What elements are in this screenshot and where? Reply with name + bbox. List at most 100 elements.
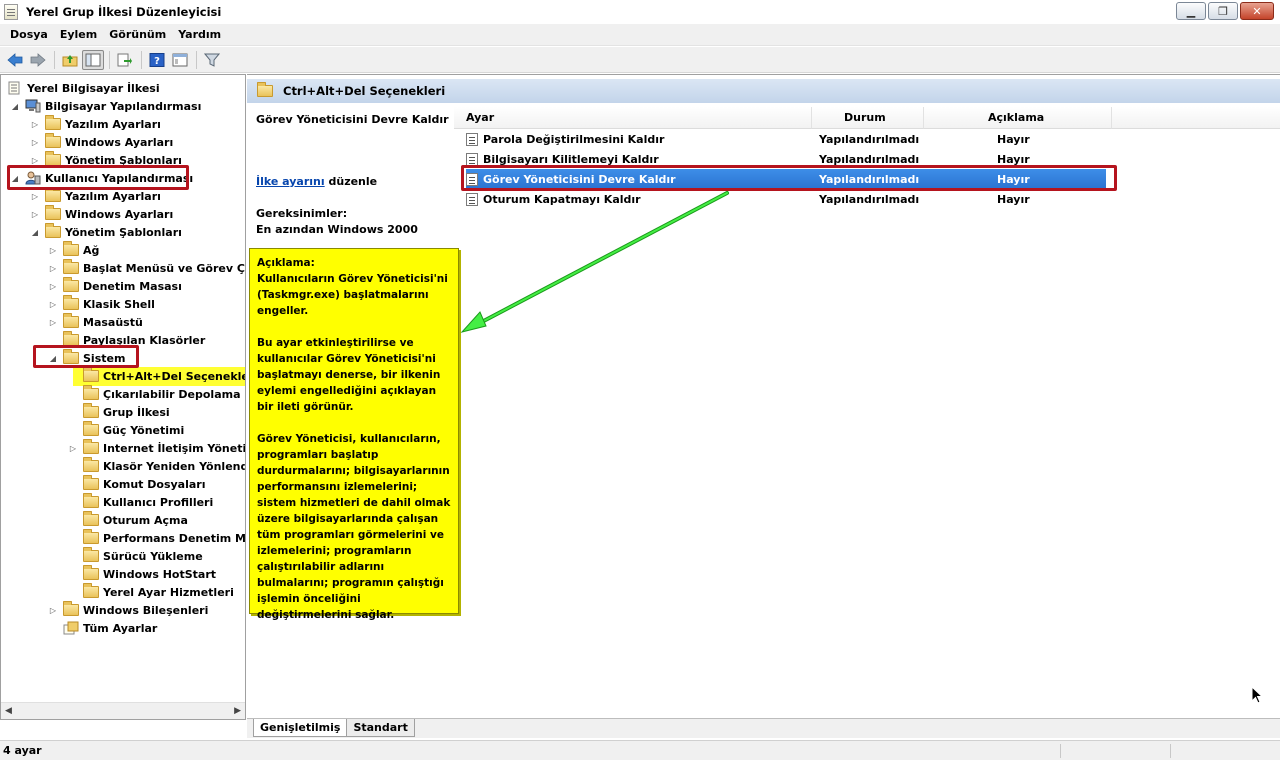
- description-note: Açıklama: Kullanıcıların Görev Yöneticis…: [249, 248, 459, 621]
- console-tree: Yerel Bilgisayar İlkesi ◢ Bilgisayar Yap…: [0, 74, 246, 720]
- maximize-button[interactable]: ❐: [1208, 2, 1238, 20]
- collapsed-triangle-icon[interactable]: ▷: [47, 300, 59, 309]
- tree-node-ctrl-alt-del[interactable]: Ctrl+Alt+Del Seçenekleri: [83, 367, 246, 385]
- tree-node-driver-install[interactable]: Sürücü Yükleme: [83, 547, 203, 565]
- tree-node-locale-services[interactable]: Yerel Ayar Hizmetleri: [83, 583, 234, 601]
- details-header-title: Ctrl+Alt+Del Seçenekleri: [283, 84, 446, 98]
- tree-node-internet-comm[interactable]: ▷ Internet İletişim Yöneti: [67, 439, 245, 457]
- cell-comment: Hayır: [997, 192, 1030, 206]
- mouse-cursor-icon: [1251, 686, 1263, 704]
- collapsed-triangle-icon[interactable]: ▷: [29, 192, 41, 201]
- folder-icon: [63, 313, 79, 328]
- folder-icon: [63, 241, 79, 256]
- tree-label: Ctrl+Alt+Del Seçenekleri: [103, 369, 246, 383]
- expanded-triangle-icon[interactable]: ◢: [29, 228, 41, 237]
- tree-node-windows-hotstart[interactable]: Windows HotStart: [83, 565, 216, 583]
- folder-icon: [83, 421, 99, 436]
- collapsed-triangle-icon[interactable]: ▷: [47, 246, 59, 255]
- restore-icon: ❐: [1218, 4, 1228, 18]
- tab-extended[interactable]: Genişletilmiş: [253, 719, 348, 737]
- tree-node-comp-software[interactable]: ▷ Yazılım Ayarları: [29, 115, 161, 133]
- folder-icon: [63, 295, 79, 310]
- scroll-right-icon[interactable]: ▶: [234, 706, 241, 716]
- close-button[interactable]: ✕: [1240, 2, 1274, 20]
- tree-node-network[interactable]: ▷ Ağ: [47, 241, 99, 259]
- tree-node-start-menu[interactable]: ▷ Başlat Menüsü ve Görev Çul: [47, 259, 245, 277]
- edit-policy-suffix: düzenle: [324, 175, 378, 188]
- forward-button[interactable]: [27, 50, 49, 70]
- tree-node-power-management[interactable]: Güç Yönetimi: [83, 421, 184, 439]
- collapsed-triangle-icon[interactable]: ▷: [29, 120, 41, 129]
- collapsed-triangle-icon[interactable]: ▷: [29, 210, 41, 219]
- edit-policy-line: İlke ayarını düzenle: [256, 175, 377, 188]
- folder-icon: [257, 82, 273, 97]
- tree-node-windows-components[interactable]: ▷ Windows Bileşenleri: [47, 601, 208, 619]
- show-hide-tree-button[interactable]: [82, 49, 104, 70]
- properties-button[interactable]: [169, 50, 191, 70]
- menu-yardim[interactable]: Yardım: [172, 28, 227, 41]
- window-title: Yerel Grup İlkesi Düzenleyicisi: [26, 5, 222, 19]
- toolbar: ?: [0, 47, 1280, 73]
- up-one-level-button[interactable]: [59, 50, 81, 70]
- tree-node-scripts[interactable]: Komut Dosyaları: [83, 475, 206, 493]
- tree-label: Kullanıcı Profilleri: [103, 495, 214, 509]
- tree-node-classic-shell[interactable]: ▷ Klasik Shell: [47, 295, 155, 313]
- tree-node-user-profiles[interactable]: Kullanıcı Profilleri: [83, 493, 213, 511]
- tree-node-user-admin[interactable]: ◢ Yönetim Şablonları: [29, 223, 182, 241]
- folder-icon: [83, 547, 99, 562]
- collapsed-triangle-icon[interactable]: ▷: [29, 156, 41, 165]
- console-tree-icon: [85, 53, 101, 66]
- column-header-setting[interactable]: Ayar: [454, 107, 812, 129]
- tree-node-removable-storage[interactable]: Çıkarılabilir Depolama Bi: [83, 385, 245, 403]
- tree-node-user-windows[interactable]: ▷ Windows Ayarları: [29, 205, 173, 223]
- tree-node-group-policy[interactable]: Grup İlkesi: [83, 403, 170, 421]
- menu-gorunum[interactable]: Görünüm: [103, 28, 172, 41]
- all-settings-icon: [63, 621, 79, 635]
- filter-button[interactable]: [201, 50, 223, 70]
- scroll-left-icon[interactable]: ◀: [5, 706, 12, 716]
- tree-node-folder-redirection[interactable]: Klasör Yeniden Yönlendir: [83, 457, 245, 475]
- tree-node-control-panel[interactable]: ▷ Denetim Masası: [47, 277, 182, 295]
- tree-label: Klasik Shell: [83, 297, 155, 311]
- toolbar-separator: [196, 50, 197, 69]
- list-item[interactable]: Oturum Kapatmayı Kaldır Yapılandırılmadı…: [466, 189, 1106, 209]
- tree-label: Güç Yönetimi: [103, 423, 185, 437]
- edit-policy-link[interactable]: İlke ayarını: [256, 175, 325, 188]
- folder-icon: [45, 223, 61, 238]
- column-header-state[interactable]: Durum: [812, 107, 924, 129]
- status-text: 4 ayar: [3, 744, 42, 757]
- tree-node-logon[interactable]: Oturum Açma: [83, 511, 188, 529]
- collapsed-triangle-icon[interactable]: ▷: [47, 282, 59, 291]
- tree-node-comp-windows[interactable]: ▷ Windows Ayarları: [29, 133, 173, 151]
- cell-comment: Hayır: [997, 132, 1030, 146]
- tab-standard[interactable]: Standart: [346, 719, 415, 737]
- export-icon: [117, 53, 132, 66]
- collapsed-triangle-icon[interactable]: ▷: [47, 606, 59, 615]
- collapsed-triangle-icon[interactable]: ▷: [29, 138, 41, 147]
- tree-horizontal-scrollbar[interactable]: ◀ ▶: [1, 702, 245, 719]
- toolbar-separator: [141, 50, 142, 69]
- list-item[interactable]: Parola Değiştirilmesini Kaldır Yapılandı…: [466, 129, 1106, 149]
- minimize-button[interactable]: ▁: [1176, 2, 1206, 20]
- collapsed-triangle-icon[interactable]: ▷: [47, 318, 59, 327]
- title-bar: Yerel Grup İlkesi Düzenleyicisi ▁ ❐ ✕: [0, 0, 1280, 24]
- tree-node-desktop[interactable]: ▷ Masaüstü: [47, 313, 143, 331]
- tree-node-all-settings[interactable]: Tüm Ayarlar: [63, 619, 157, 637]
- folder-icon: [45, 115, 61, 130]
- collapsed-triangle-icon[interactable]: ▷: [67, 444, 79, 453]
- tree-node-root[interactable]: Yerel Bilgisayar İlkesi: [7, 79, 160, 97]
- menu-dosya[interactable]: Dosya: [4, 28, 54, 41]
- menu-eylem[interactable]: Eylem: [54, 28, 103, 41]
- back-button[interactable]: [4, 50, 26, 70]
- help-button[interactable]: ?: [146, 50, 168, 70]
- details-header: Ctrl+Alt+Del Seçenekleri: [247, 79, 1280, 103]
- tree-node-computer-config[interactable]: ◢ Bilgisayar Yapılandırması: [9, 97, 201, 115]
- policy-setting-icon: [466, 152, 478, 166]
- column-header-comment[interactable]: Açıklama: [924, 107, 1112, 129]
- export-list-button[interactable]: [114, 50, 136, 70]
- collapsed-triangle-icon[interactable]: ▷: [47, 264, 59, 273]
- cell-comment: Hayır: [997, 152, 1030, 166]
- tree-label: Yönetim Şablonları: [65, 225, 182, 239]
- expanded-triangle-icon[interactable]: ◢: [9, 102, 21, 111]
- tree-node-performance-control[interactable]: Performans Denetim Ma: [83, 529, 245, 547]
